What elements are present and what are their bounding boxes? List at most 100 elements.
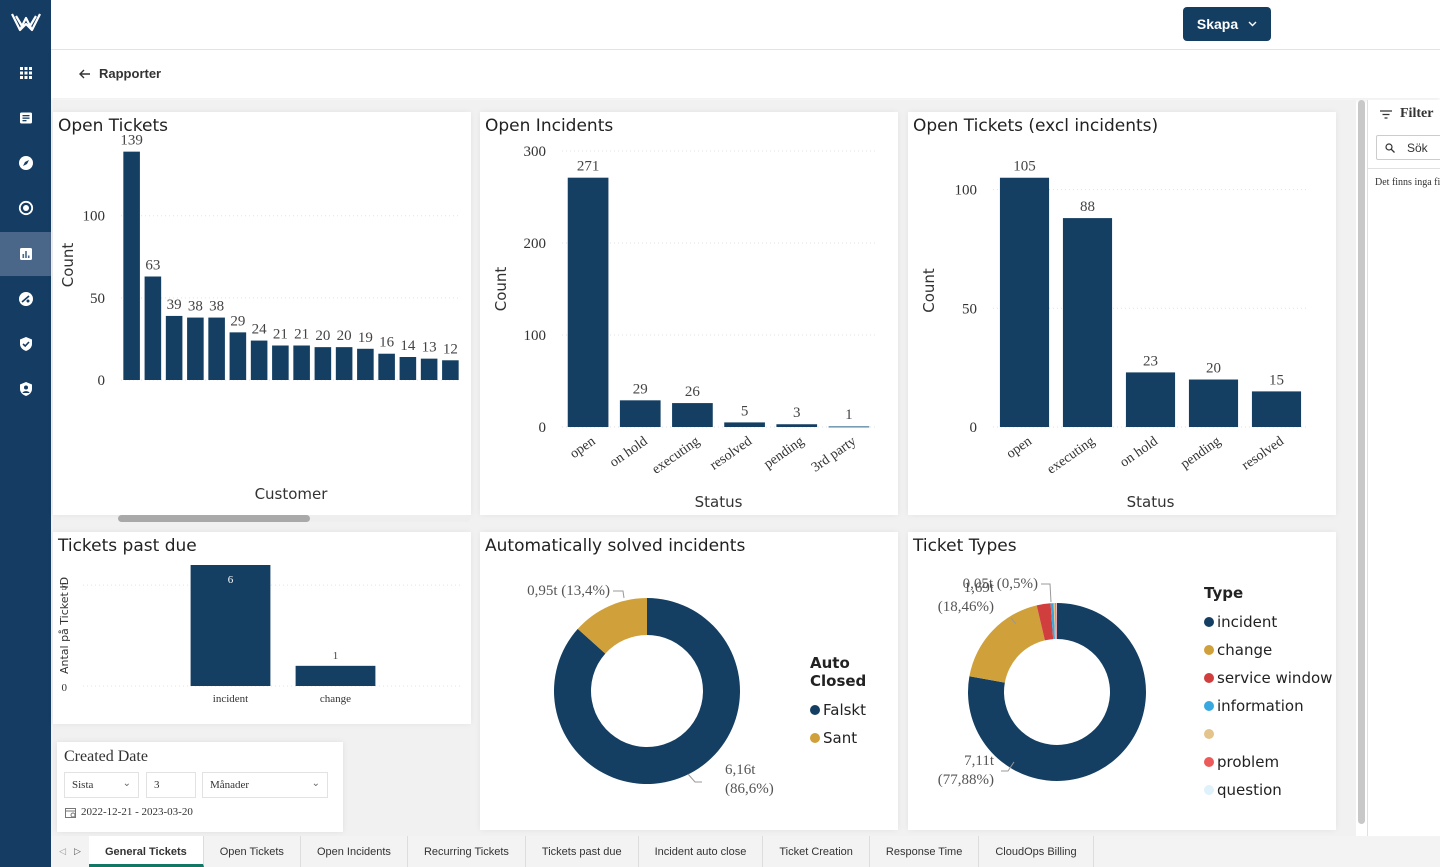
filter-header[interactable]: Filter (1380, 106, 1433, 122)
bar[interactable] (999, 177, 1050, 427)
tab-cloudops-billing[interactable]: CloudOps Billing (979, 836, 1094, 867)
tickets-past-due-card[interactable]: Tickets past due 0 5 Antal på Ticket ID 6 in… (53, 532, 471, 724)
chevron-down-icon: ⌄ (122, 778, 131, 789)
legend-item[interactable]: service window (1204, 664, 1332, 692)
bar[interactable] (378, 353, 395, 380)
tab-prev-icon[interactable]: ◁ (59, 846, 66, 857)
back-to-reports-link[interactable]: Rapporter (79, 66, 161, 81)
sidebar-item-apps[interactable] (0, 51, 51, 95)
vertical-scrollbar[interactable] (1358, 100, 1365, 824)
bar[interactable] (776, 424, 818, 427)
bar[interactable] (293, 345, 310, 381)
sidebar-item-reports[interactable] (0, 232, 51, 276)
search-placeholder: Sök (1407, 140, 1428, 155)
open-incidents-card[interactable]: Open Incidents 0 100 200 300 Count 271 open 29 o… (480, 112, 898, 515)
bar[interactable] (399, 357, 417, 380)
x-axis-label: Status (1127, 493, 1175, 511)
data-label: 20 (315, 328, 330, 344)
bar[interactable] (442, 360, 459, 380)
bar[interactable] (828, 426, 870, 428)
sidebar-item-security[interactable] (0, 322, 51, 366)
bar[interactable] (208, 317, 225, 380)
open-tickets-excl-card[interactable]: Open Tickets (excl incidents) 0 50 100 Coun… (908, 112, 1336, 515)
legend-item[interactable]: incident (1204, 608, 1332, 636)
open-tickets-card[interactable]: Open Tickets 0 50 100 Count 139 63 39 38 38 29 24 2… (53, 112, 471, 522)
sidebar-item-explore[interactable] (0, 141, 51, 185)
bar[interactable] (1251, 391, 1302, 427)
tab-next-icon[interactable]: ▷ (74, 846, 81, 857)
legend-item[interactable]: change (1204, 636, 1332, 664)
legend-item[interactable]: problem (1204, 748, 1332, 776)
legend-swatch (810, 705, 820, 715)
tab-response-time[interactable]: Response Time (870, 836, 980, 867)
legend-item[interactable] (1204, 720, 1332, 748)
auto-solved-card[interactable]: Automatically solved incidents 6,16t (86,… (480, 532, 898, 830)
donut-slice[interactable] (969, 605, 1045, 683)
bar[interactable] (672, 403, 713, 427)
data-label: 0,05t (0,5%) (963, 576, 1038, 592)
data-label: (77,88%) (938, 772, 994, 788)
y-axis-label: Count (59, 243, 77, 288)
period-count-input[interactable]: 3 (146, 772, 196, 798)
bar[interactable] (123, 151, 140, 380)
bar[interactable] (567, 177, 609, 427)
data-label: 1 (845, 407, 853, 423)
compass-icon (18, 156, 33, 170)
top-bar: Skapa (51, 0, 1440, 50)
sidebar-item-monitor[interactable] (0, 186, 51, 230)
brand-logo-icon[interactable] (8, 8, 44, 38)
horizontal-scrollbar[interactable] (118, 515, 470, 522)
open-incidents-chart: 0 100 200 300 Count 271 open 29 on hold 26 executi… (492, 144, 875, 511)
x-tick-label: open (567, 434, 598, 462)
tab-general-tickets[interactable]: General Tickets (89, 836, 204, 867)
data-label: 6 (228, 574, 234, 586)
period-unit-dropdown[interactable]: Månader ⌄ (202, 772, 328, 798)
legend-item[interactable]: Falskt (810, 696, 898, 724)
data-label: 6,16t (725, 762, 756, 778)
bar[interactable] (619, 400, 661, 427)
legend-item[interactable]: Sant (810, 724, 898, 752)
bar[interactable] (314, 347, 332, 380)
bar[interactable] (724, 422, 765, 427)
tab-open-tickets[interactable]: Open Tickets (204, 836, 301, 867)
sidebar-item-identity[interactable] (0, 367, 51, 411)
y-tick-label: 0 (62, 682, 68, 694)
create-button-label: Skapa (1196, 16, 1239, 32)
bar[interactable] (144, 276, 162, 381)
divider (1368, 168, 1440, 169)
legend-item[interactable]: question (1204, 776, 1332, 804)
x-tick-label: on hold (1117, 434, 1160, 471)
sidebar-item-cost[interactable] (0, 277, 51, 321)
bar[interactable] (357, 348, 374, 380)
legend-item[interactable]: information (1204, 692, 1332, 720)
bar[interactable] (1062, 218, 1113, 427)
bar[interactable] (1188, 379, 1239, 427)
y-tick-label: 50 (962, 301, 977, 317)
tab-incident-auto-close[interactable]: Incident auto close (639, 836, 764, 867)
user-shield-icon (19, 382, 32, 396)
ticket-types-card[interactable]: Ticket Types 7,11t (77,88%) 1,69t (18,46%) 0… (908, 532, 1336, 830)
relative-period-dropdown[interactable]: Sista ⌄ (64, 772, 139, 798)
create-button[interactable]: Skapa (1183, 7, 1271, 41)
tab-tickets-past-due[interactable]: Tickets past due (526, 836, 639, 867)
tab-recurring-tickets[interactable]: Recurring Tickets (408, 836, 526, 867)
bar[interactable] (165, 315, 183, 380)
filter-search-input[interactable]: Sök (1376, 135, 1440, 160)
tab-open-incidents[interactable]: Open Incidents (301, 836, 408, 867)
tab-ticket-creation[interactable]: Ticket Creation (763, 836, 870, 867)
data-label: 14 (400, 338, 416, 354)
data-label: 21 (294, 327, 309, 343)
scrollbar-thumb[interactable] (118, 515, 310, 522)
sidebar-item-inbox[interactable] (0, 96, 51, 140)
bar[interactable] (250, 340, 268, 380)
bar[interactable] (187, 317, 204, 380)
bar[interactable] (420, 358, 438, 380)
created-date-slicer: Created Date Sista ⌄ 3 Månader ⌄ 2022-12… (57, 742, 343, 832)
bar[interactable] (272, 345, 289, 381)
bar[interactable] (1125, 372, 1176, 427)
y-axis-label: Count (920, 268, 938, 313)
data-label: 38 (209, 299, 224, 315)
bar[interactable] (335, 347, 353, 380)
bar[interactable] (295, 665, 376, 686)
bar[interactable] (229, 332, 247, 380)
